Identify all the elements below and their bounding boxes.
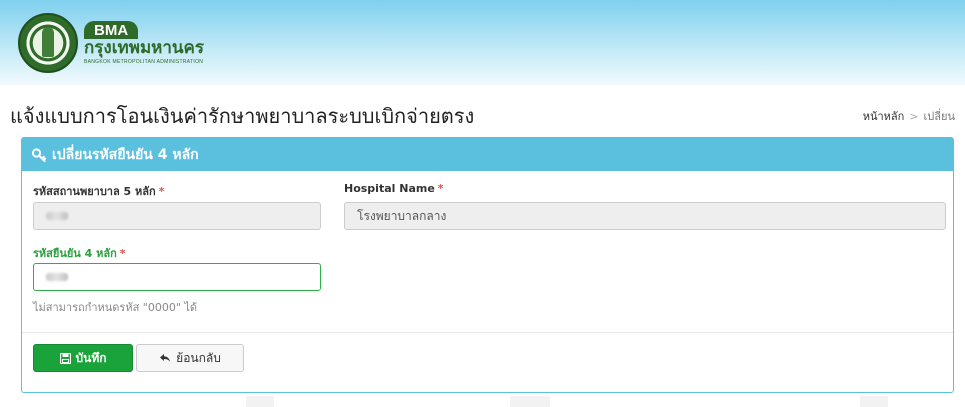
hospital-code-input[interactable] xyxy=(33,202,321,230)
breadcrumb-home-link[interactable]: หน้าหลัก xyxy=(863,107,905,125)
change-pin-panel: เปลี่ยนรหัสยืนยัน 4 หลัก รหัสสถานพยาบาล … xyxy=(21,137,954,393)
hospital-name-value: โรงพยาบาลกลาง xyxy=(357,208,447,223)
bma-seal-icon xyxy=(18,13,78,73)
hospital-code-label-text: รหัสสถานพยาบาล 5 หลัก xyxy=(33,185,156,198)
hospital-name-label: Hospital Name * xyxy=(344,182,444,195)
breadcrumb-separator: > xyxy=(909,109,919,123)
logo-bma-text: BMA xyxy=(84,21,139,39)
save-button-label: บันทึก xyxy=(75,350,107,365)
breadcrumb-current: เปลี่ยน xyxy=(923,110,955,123)
required-mark: * xyxy=(158,185,165,198)
required-mark: * xyxy=(119,247,126,260)
logo-text: BMA กรุงเทพมหานคร BANGKOK METROPOLITAN A… xyxy=(84,21,204,65)
hospital-name-input[interactable]: โรงพยาบาลกลาง xyxy=(344,202,946,230)
pin-label: รหัสยืนยัน 4 หลัก * xyxy=(33,244,126,262)
logo-english-text: BANGKOK METROPOLITAN ADMINISTRATION xyxy=(84,59,204,65)
back-button[interactable]: ย้อนกลับ xyxy=(136,344,244,372)
logo-thai-text: กรุงเทพมหานคร xyxy=(84,38,205,58)
panel-footer-divider xyxy=(22,332,953,333)
page-title: แจ้งแบบการโอนเงินค่ารักษาพยาบาลระบบเบิกจ… xyxy=(10,104,475,128)
pin-help-text: ไม่สามารถกำหนดรหัส "0000" ได้ xyxy=(33,301,198,314)
reply-arrow-icon xyxy=(160,354,171,362)
watermark-fragment xyxy=(246,396,274,407)
pin-label-text: รหัสยืนยัน 4 หลัก xyxy=(33,247,117,260)
watermark-fragment xyxy=(510,396,550,407)
watermark-fragment xyxy=(860,396,888,407)
save-button[interactable]: บันทึก xyxy=(33,344,133,372)
site-header: BMA กรุงเทพมหานคร BANGKOK METROPOLITAN A… xyxy=(0,0,965,85)
panel-heading: เปลี่ยนรหัสยืนยัน 4 หลัก xyxy=(22,138,953,171)
bma-logo[interactable]: BMA กรุงเทพมหานคร BANGKOK METROPOLITAN A… xyxy=(18,12,204,74)
required-mark: * xyxy=(437,182,444,195)
pin-input[interactable] xyxy=(33,263,321,291)
panel-heading-title: เปลี่ยนรหัสยืนยัน 4 หลัก xyxy=(52,146,199,163)
hospital-code-label: รหัสสถานพยาบาล 5 หลัก * xyxy=(33,182,164,200)
redacted-value xyxy=(46,212,68,220)
floppy-disk-icon xyxy=(59,352,71,364)
redacted-value xyxy=(46,273,68,281)
breadcrumb: หน้าหลัก > เปลี่ยน xyxy=(863,107,955,125)
key-icon xyxy=(31,147,47,163)
hospital-name-label-text: Hospital Name xyxy=(344,182,435,195)
back-button-label: ย้อนกลับ xyxy=(176,350,221,365)
